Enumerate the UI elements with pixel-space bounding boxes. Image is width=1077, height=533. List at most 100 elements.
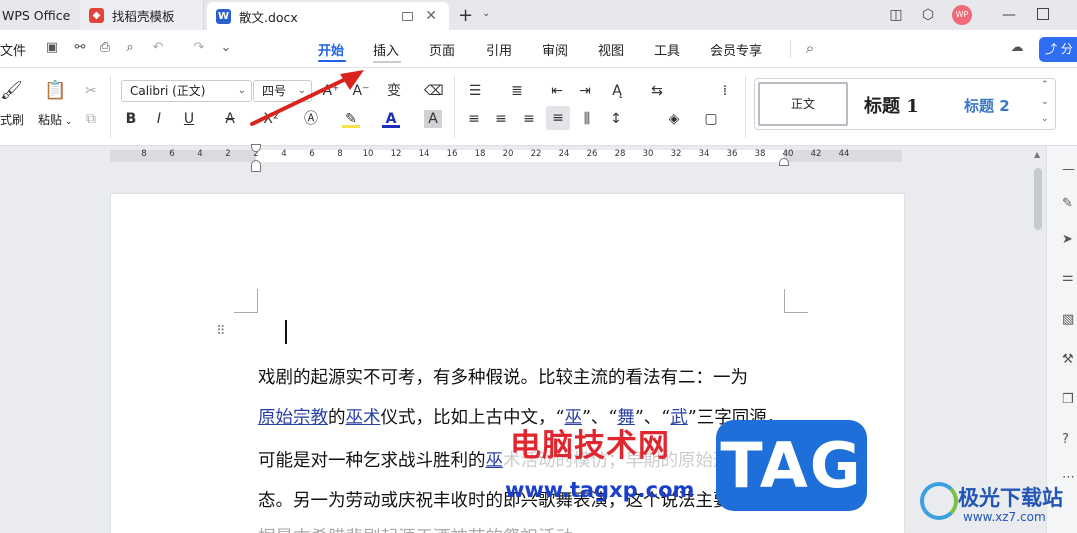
menu-references[interactable]: 引用 xyxy=(486,40,512,59)
link-icon[interactable]: ⚯ xyxy=(72,40,88,56)
help-icon[interactable]: ? xyxy=(1062,432,1077,448)
bookmark-icon[interactable]: ❒ xyxy=(1062,392,1077,408)
save-icon[interactable]: ▣ xyxy=(44,40,60,56)
right-indent-marker[interactable] xyxy=(779,158,789,166)
font-name-value: Calibri (正文) xyxy=(130,84,206,98)
bold-icon[interactable]: B xyxy=(122,110,140,128)
ruler-tick: 38 xyxy=(754,149,766,159)
new-tab-icon[interactable]: + xyxy=(458,5,473,26)
hyperlink[interactable]: 原始宗教 xyxy=(258,408,328,428)
print-preview-icon[interactable]: ⌕ xyxy=(122,40,138,56)
layout-icon[interactable]: ◫ xyxy=(887,6,905,24)
watermark-brand: 极光下载站 xyxy=(958,486,1063,510)
font-color-icon[interactable]: A xyxy=(382,110,400,128)
tools-icon[interactable]: ⚒ xyxy=(1062,352,1077,368)
share-button[interactable]: ⤴ 分 xyxy=(1039,37,1077,62)
collapse-icon[interactable]: — xyxy=(1062,162,1077,178)
align-left-icon[interactable]: ≡ xyxy=(465,110,483,128)
font-name-select[interactable]: Calibri (正文) ⌄ xyxy=(121,80,252,102)
paragraph-line[interactable]: 据是古希腊悲剧起源于酒神节的祭祀活动 xyxy=(258,524,573,533)
gallery-icon[interactable]: ▧ xyxy=(1062,312,1077,328)
undo-icon[interactable]: ↶ xyxy=(150,40,166,56)
cursor-icon[interactable]: ➤ xyxy=(1062,232,1077,248)
justify-icon[interactable]: ≡ xyxy=(546,106,570,130)
tab-document[interactable]: W 散文.docx ✕ xyxy=(207,2,449,30)
copy-icon[interactable]: ⧉ xyxy=(82,110,100,128)
search-icon[interactable]: ⌕ xyxy=(802,40,818,56)
clear-format-icon[interactable]: ⌫ xyxy=(424,82,444,100)
ruler-tick: 34 xyxy=(698,149,710,159)
hyperlink[interactable]: 巫 xyxy=(486,451,504,471)
italic-icon[interactable]: I xyxy=(150,110,168,128)
left-indent-marker[interactable] xyxy=(251,160,261,172)
show-marks-icon[interactable]: ⁞ xyxy=(716,82,734,100)
close-icon[interactable]: ✕ xyxy=(425,8,437,24)
menu-review[interactable]: 审阅 xyxy=(542,40,568,59)
vertical-scrollbar[interactable] xyxy=(1034,168,1042,230)
avatar[interactable]: WP xyxy=(952,5,972,25)
menu-insert[interactable]: 插入 xyxy=(373,40,399,59)
tab-wps-office[interactable]: WPS Office xyxy=(0,0,78,30)
menu-file[interactable]: 文件 xyxy=(0,40,26,59)
ruler-tick: 42 xyxy=(810,149,822,159)
paste-label[interactable]: 粘贴 ⌄ xyxy=(38,111,72,128)
distributed-icon[interactable]: ⫼ xyxy=(578,110,596,128)
ruler-tick: 6 xyxy=(169,149,175,159)
style-heading-1[interactable]: 标题 1 xyxy=(864,92,919,118)
monitor-icon[interactable] xyxy=(402,11,414,21)
menu-page[interactable]: 页面 xyxy=(429,40,455,59)
watermark-tag-logo: TAG xyxy=(716,420,867,511)
style-heading-2[interactable]: 标题 2 xyxy=(964,95,1010,116)
edit-icon[interactable]: ✎ xyxy=(1062,196,1077,212)
more-icon[interactable]: ⋯ xyxy=(1062,470,1077,486)
scroll-up-icon[interactable]: ▲ xyxy=(1034,150,1040,159)
chevron-down-icon[interactable]: ⌄ xyxy=(1041,97,1049,107)
char-shading-icon[interactable]: A xyxy=(424,110,442,128)
underline-icon[interactable]: U xyxy=(180,110,198,128)
format-painter-icon[interactable]: 🖌 xyxy=(0,82,23,100)
menu-home[interactable]: 开始 xyxy=(318,40,344,59)
menu-member[interactable]: 会员专享 xyxy=(710,40,762,59)
hyperlink[interactable]: 巫术 xyxy=(346,408,381,428)
chevron-down-icon[interactable]: ⌄ xyxy=(482,8,490,19)
paragraph-shading-icon[interactable]: ◈ xyxy=(665,110,683,128)
ruler-tick: 28 xyxy=(614,149,626,159)
hyperlink[interactable]: 武 xyxy=(670,408,688,428)
paste-icon[interactable]: 📋 xyxy=(44,82,66,100)
chevron-down-icon[interactable]: ⌄ xyxy=(218,40,234,56)
print-icon[interactable]: ⎙ xyxy=(97,40,113,56)
drag-handle-icon[interactable]: ⠿ xyxy=(216,324,225,339)
cut-icon[interactable]: ✂ xyxy=(82,82,100,100)
sort-icon[interactable]: ⇆ xyxy=(648,82,666,100)
style-normal[interactable]: 正文 xyxy=(758,82,848,126)
minimize-icon[interactable]: — xyxy=(1000,6,1018,24)
increase-indent-icon[interactable]: ⇥ xyxy=(576,82,594,100)
cube-icon[interactable]: ⬡ xyxy=(919,6,937,24)
tab-template[interactable]: ◆ 找稻壳模板 xyxy=(80,0,204,30)
ruler-tick: 4 xyxy=(281,149,287,159)
paragraph-line[interactable]: 戏剧的起源实不可考，有多种假说。比较主流的看法有二：一为 xyxy=(258,364,748,389)
share-label: 分 xyxy=(1060,42,1073,56)
redo-icon[interactable]: ↷ xyxy=(191,40,207,56)
cloud-icon[interactable]: ☁ xyxy=(1009,40,1025,56)
word-doc-icon: W xyxy=(216,8,231,24)
border-icon[interactable]: ▢ xyxy=(702,110,720,128)
ruler-tick: 36 xyxy=(726,149,738,159)
menu-tools[interactable]: 工具 xyxy=(654,40,680,59)
text-direction-icon[interactable]: Ą xyxy=(608,82,626,100)
phonetic-guide-icon[interactable]: 变 xyxy=(385,82,403,100)
align-center-icon[interactable]: ≡ xyxy=(492,110,510,128)
strikethrough-icon[interactable]: A xyxy=(221,110,239,128)
expand-icon[interactable]: ⌄ xyxy=(1041,114,1049,124)
chevron-up-icon[interactable]: ⌃ xyxy=(1041,80,1049,90)
menu-view[interactable]: 视图 xyxy=(598,40,624,59)
maximize-icon[interactable] xyxy=(1037,8,1049,20)
bullet-list-icon[interactable]: ☰ xyxy=(466,82,484,100)
line-spacing-icon[interactable]: ↕ xyxy=(607,110,625,128)
format-painter-label[interactable]: 式刷 xyxy=(0,111,24,128)
decrease-indent-icon[interactable]: ⇤ xyxy=(548,82,566,100)
adjust-icon[interactable]: ⚌ xyxy=(1062,270,1077,286)
ruler-tick: 8 xyxy=(141,149,147,159)
align-right-icon[interactable]: ≡ xyxy=(520,110,538,128)
numbered-list-icon[interactable]: ≣ xyxy=(508,82,526,100)
